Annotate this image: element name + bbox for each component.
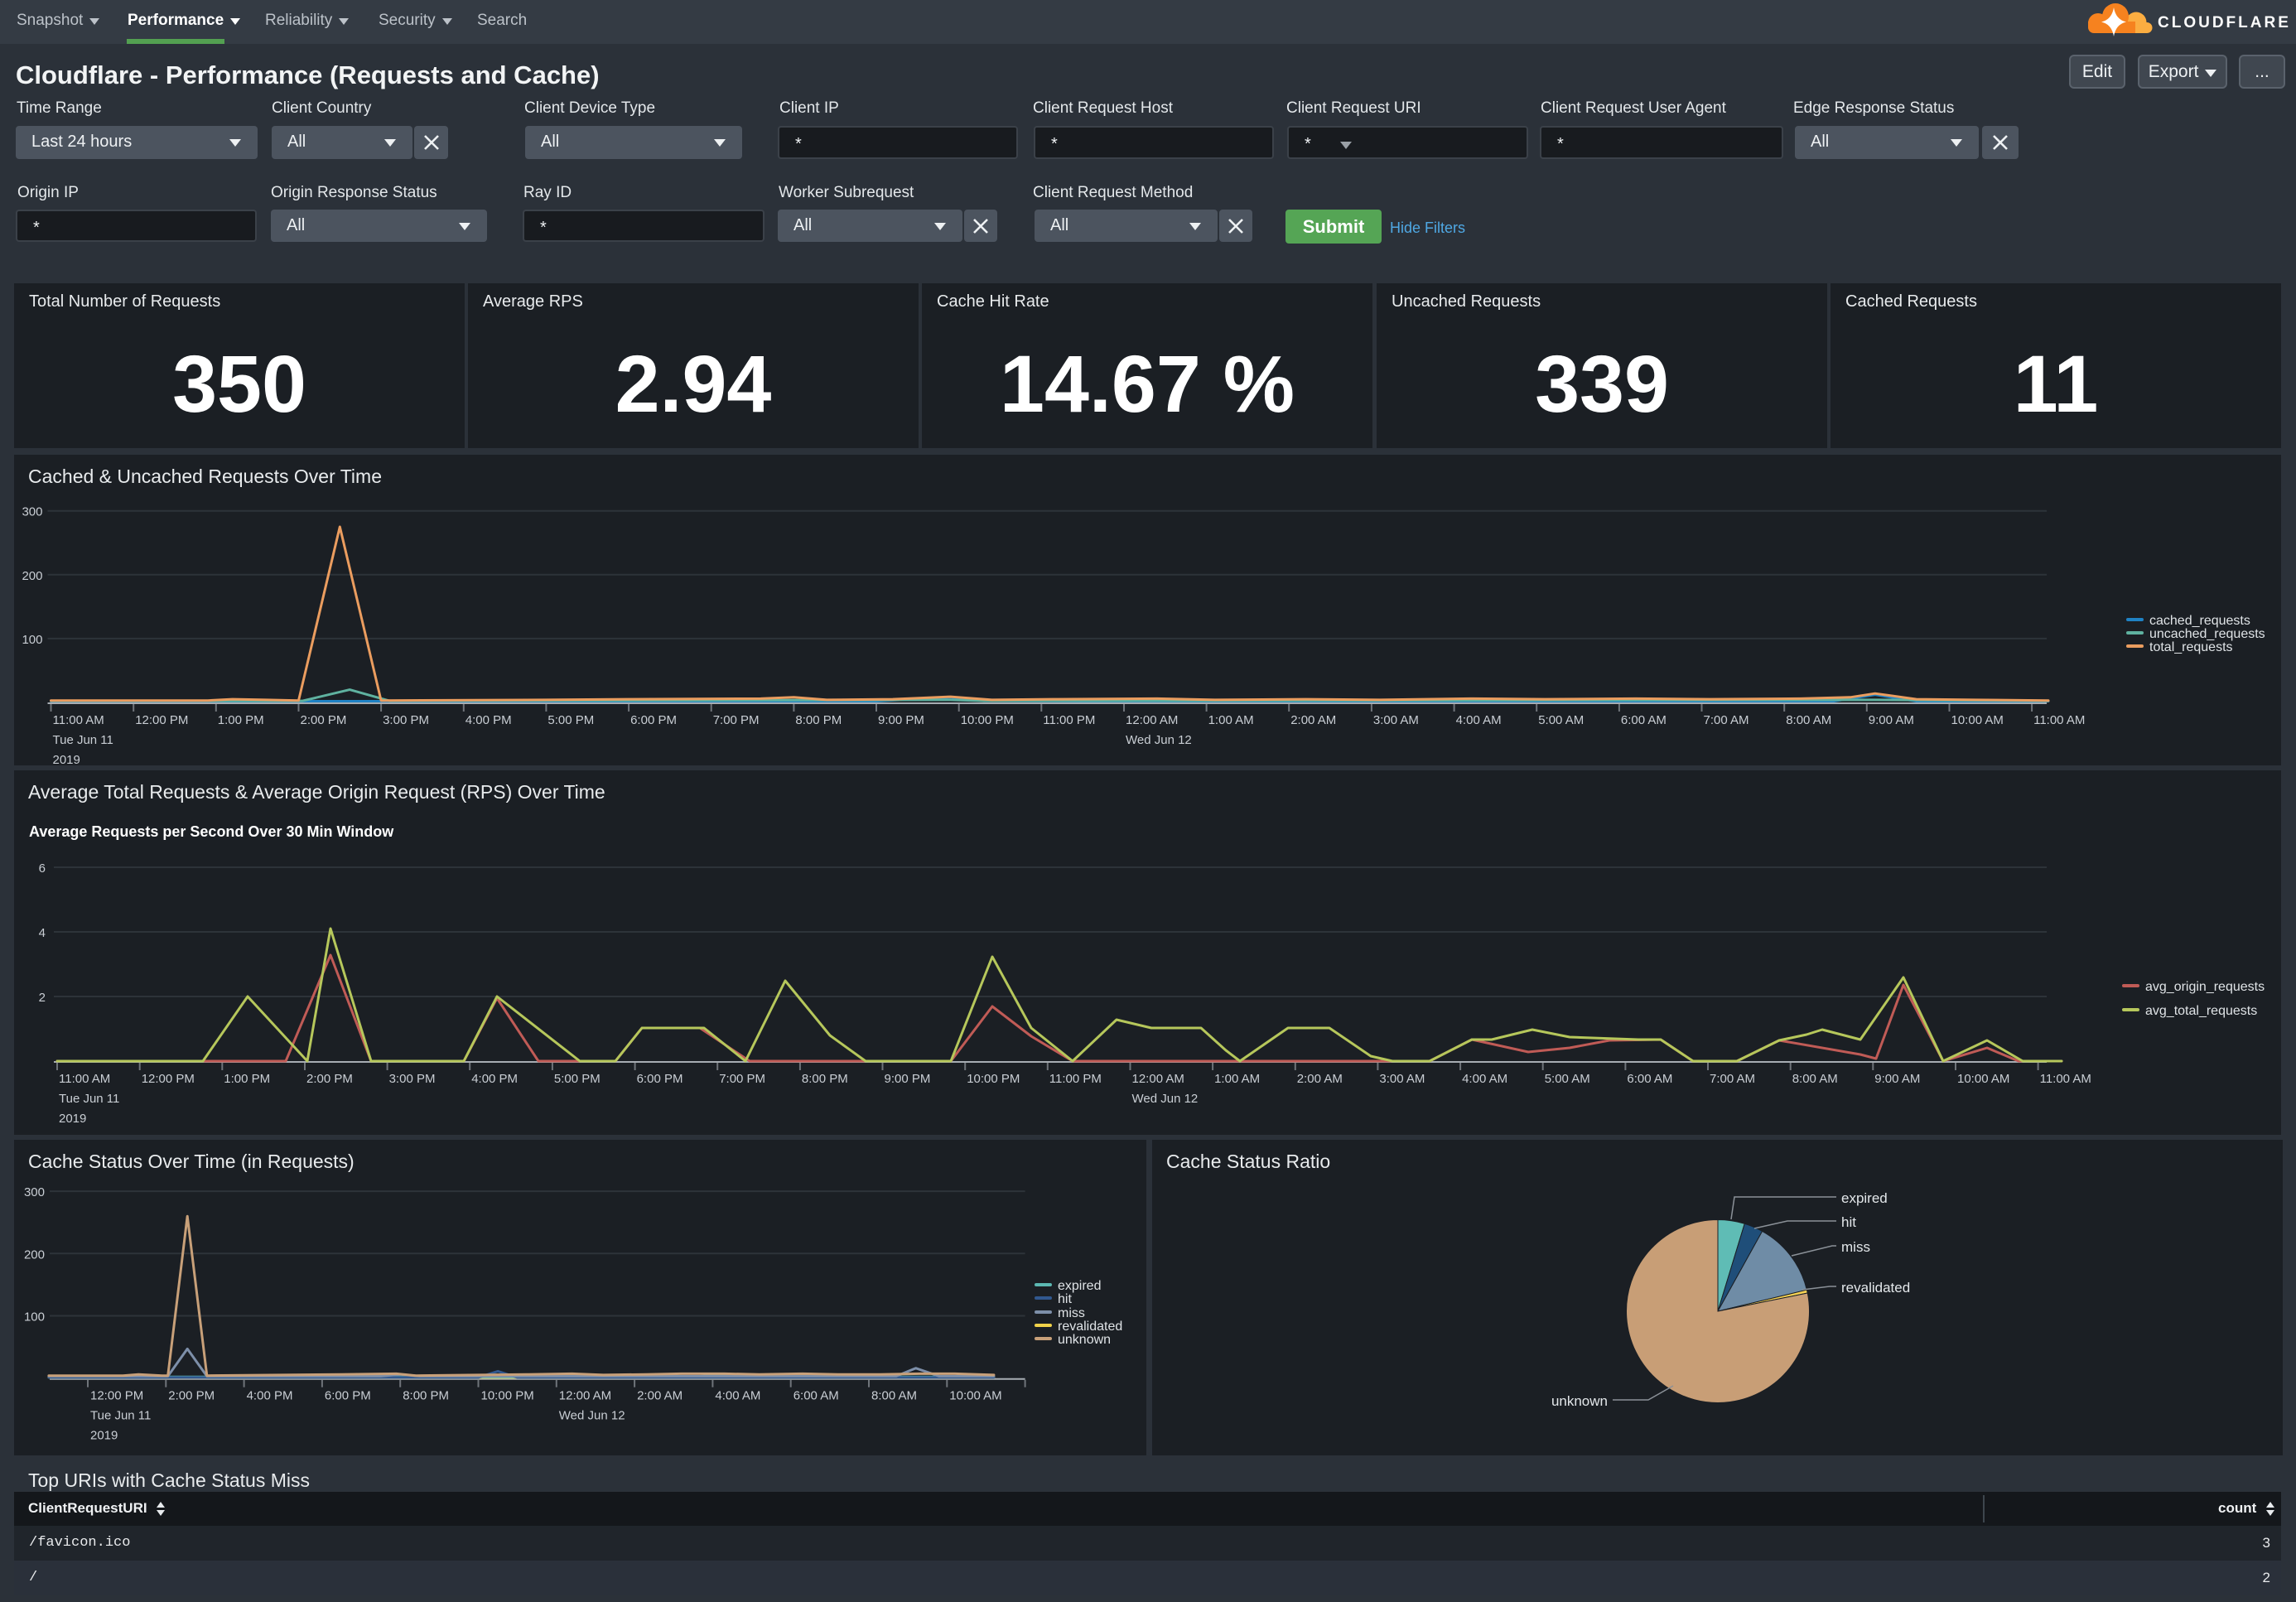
svg-text:11:00 AM: 11:00 AM (2040, 1072, 2091, 1086)
svg-text:Tue Jun 11: Tue Jun 11 (59, 1092, 119, 1106)
svg-text:9:00 PM: 9:00 PM (878, 713, 924, 727)
svg-text:5:00 PM: 5:00 PM (547, 713, 594, 727)
svg-text:6:00 PM: 6:00 PM (637, 1072, 683, 1086)
svg-text:11:00 AM: 11:00 AM (59, 1072, 110, 1086)
svg-text:5:00 AM: 5:00 AM (1545, 1072, 1590, 1086)
svg-text:3:00 AM: 3:00 AM (1373, 713, 1419, 727)
svg-text:2019: 2019 (53, 753, 80, 765)
svg-text:4: 4 (39, 926, 46, 940)
svg-text:8:00 PM: 8:00 PM (403, 1389, 449, 1403)
svg-text:1:00 AM: 1:00 AM (1208, 713, 1254, 727)
svg-text:7:00 PM: 7:00 PM (713, 713, 760, 727)
svg-text:9:00 AM: 9:00 AM (1874, 1072, 1920, 1086)
svg-text:10:00 AM: 10:00 AM (1951, 713, 2004, 727)
svg-text:10:00 AM: 10:00 AM (1957, 1072, 2009, 1086)
svg-text:7:00 AM: 7:00 AM (1710, 1072, 1755, 1086)
svg-text:300: 300 (24, 1185, 45, 1199)
svg-text:2:00 PM: 2:00 PM (168, 1389, 215, 1403)
svg-text:Wed Jun 12: Wed Jun 12 (559, 1409, 625, 1423)
svg-text:2019: 2019 (59, 1112, 86, 1126)
svg-text:4:00 PM: 4:00 PM (247, 1389, 293, 1403)
svg-text:12:00 PM: 12:00 PM (90, 1389, 143, 1403)
svg-text:2:00 AM: 2:00 AM (1290, 713, 1336, 727)
svg-text:200: 200 (24, 1247, 45, 1262)
svg-text:7:00 AM: 7:00 AM (1704, 713, 1749, 727)
svg-text:12:00 PM: 12:00 PM (135, 713, 188, 727)
svg-text:10:00 PM: 10:00 PM (481, 1389, 534, 1403)
svg-text:2:00 PM: 2:00 PM (306, 1072, 353, 1086)
svg-text:11:00 AM: 11:00 AM (53, 713, 104, 727)
svg-text:6:00 AM: 6:00 AM (1621, 713, 1667, 727)
svg-text:9:00 PM: 9:00 PM (885, 1072, 931, 1086)
svg-text:hit: hit (1841, 1214, 1856, 1230)
svg-text:2:00 AM: 2:00 AM (1297, 1072, 1343, 1086)
svg-text:300: 300 (22, 505, 42, 519)
svg-text:1:00 AM: 1:00 AM (1214, 1072, 1260, 1086)
svg-text:3:00 AM: 3:00 AM (1379, 1072, 1425, 1086)
svg-text:Tue Jun 11: Tue Jun 11 (53, 733, 113, 747)
svg-text:8:00 AM: 8:00 AM (1792, 1072, 1838, 1086)
svg-text:6:00 PM: 6:00 PM (325, 1389, 371, 1403)
svg-text:8:00 AM: 8:00 AM (871, 1389, 917, 1403)
svg-text:2:00 AM: 2:00 AM (637, 1389, 683, 1403)
svg-text:10:00 PM: 10:00 PM (961, 713, 1014, 727)
svg-text:8:00 PM: 8:00 PM (802, 1072, 848, 1086)
svg-text:7:00 PM: 7:00 PM (719, 1072, 765, 1086)
svg-text:10:00 AM: 10:00 AM (949, 1389, 1001, 1403)
svg-text:2: 2 (39, 991, 46, 1005)
svg-text:5:00 AM: 5:00 AM (1538, 713, 1584, 727)
svg-text:8:00 AM: 8:00 AM (1786, 713, 1831, 727)
svg-text:12:00 PM: 12:00 PM (142, 1072, 195, 1086)
svg-text:12:00 AM: 12:00 AM (1126, 713, 1178, 727)
svg-text:12:00 AM: 12:00 AM (559, 1389, 611, 1403)
svg-text:6: 6 (39, 861, 46, 876)
svg-text:12:00 AM: 12:00 AM (1132, 1072, 1184, 1086)
svg-text:CLOUDFLARE: CLOUDFLARE (2158, 14, 2291, 31)
svg-text:1:00 PM: 1:00 PM (218, 713, 264, 727)
svg-text:3:00 PM: 3:00 PM (383, 713, 429, 727)
svg-text:8:00 PM: 8:00 PM (795, 713, 842, 727)
svg-text:4:00 PM: 4:00 PM (465, 713, 512, 727)
svg-text:4:00 AM: 4:00 AM (715, 1389, 760, 1403)
svg-text:3:00 PM: 3:00 PM (389, 1072, 436, 1086)
svg-text:10:00 PM: 10:00 PM (967, 1072, 1020, 1086)
svg-text:6:00 PM: 6:00 PM (630, 713, 677, 727)
svg-text:11:00 PM: 11:00 PM (1043, 713, 1095, 727)
svg-text:6:00 AM: 6:00 AM (1627, 1072, 1672, 1086)
svg-text:11:00 AM: 11:00 AM (2033, 713, 2085, 727)
svg-text:expired: expired (1841, 1190, 1888, 1206)
svg-text:100: 100 (24, 1310, 45, 1325)
svg-text:11:00 PM: 11:00 PM (1049, 1072, 1102, 1086)
svg-text:2019: 2019 (90, 1429, 118, 1443)
svg-text:100: 100 (22, 633, 42, 647)
svg-text:unknown: unknown (1551, 1393, 1608, 1409)
svg-text:4:00 AM: 4:00 AM (1456, 713, 1502, 727)
svg-text:9:00 AM: 9:00 AM (1869, 713, 1914, 727)
svg-text:200: 200 (22, 569, 42, 583)
svg-text:4:00 PM: 4:00 PM (471, 1072, 518, 1086)
svg-text:6:00 AM: 6:00 AM (793, 1389, 839, 1403)
svg-text:1:00 PM: 1:00 PM (224, 1072, 270, 1086)
svg-text:2:00 PM: 2:00 PM (301, 713, 347, 727)
svg-text:Tue Jun 11: Tue Jun 11 (90, 1409, 151, 1423)
svg-text:miss: miss (1841, 1239, 1870, 1255)
svg-text:Wed Jun 12: Wed Jun 12 (1126, 733, 1192, 747)
svg-text:4:00 AM: 4:00 AM (1462, 1072, 1507, 1086)
svg-text:Wed Jun 12: Wed Jun 12 (1132, 1092, 1199, 1106)
svg-text:5:00 PM: 5:00 PM (554, 1072, 601, 1086)
svg-text:revalidated: revalidated (1841, 1280, 1910, 1296)
